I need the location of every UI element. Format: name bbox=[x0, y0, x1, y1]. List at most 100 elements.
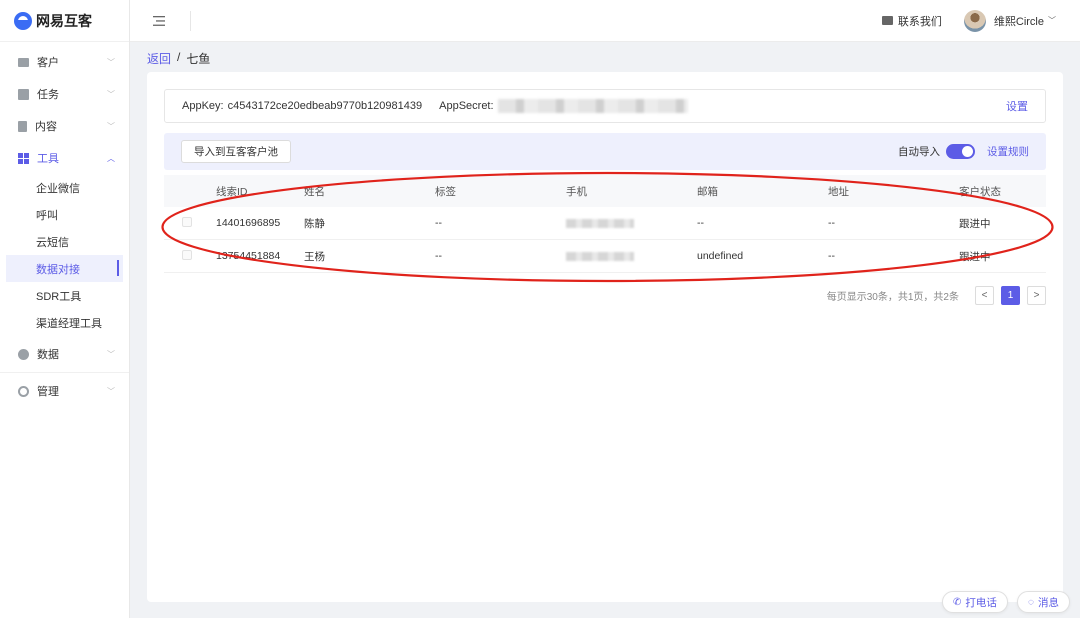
user-name[interactable]: 维熙Circle bbox=[994, 13, 1044, 29]
cell-tag: -- bbox=[435, 250, 442, 262]
auto-import-label: 自动导入 bbox=[898, 146, 940, 158]
avatar[interactable] bbox=[963, 9, 986, 32]
column-header: 线索ID bbox=[216, 185, 248, 198]
logo-text: 网易互客 bbox=[36, 12, 92, 29]
column-header: 标签 bbox=[435, 185, 456, 198]
appkey-value: c4543172ce20edbeab9770b120981439 bbox=[227, 100, 423, 112]
breadcrumb-current: 七鱼 bbox=[186, 52, 211, 66]
divider bbox=[0, 372, 129, 373]
cell-phone bbox=[566, 218, 697, 228]
chevron-down-icon: ﹀ bbox=[107, 349, 115, 359]
cell-lead-id: 14401696895 bbox=[216, 217, 281, 229]
pagination-info: 每页显示30条，共1页，共2条 bbox=[826, 292, 959, 303]
import-to-pool-button[interactable]: 导入到互客客户池 bbox=[181, 140, 291, 163]
messages-button[interactable]: ◌ 消息 bbox=[1017, 591, 1070, 613]
sidebar-item-admin[interactable]: 管理 ﹀ bbox=[0, 375, 129, 407]
row-checkbox[interactable] bbox=[182, 249, 192, 260]
call-button[interactable]: ✆ 打电话 bbox=[942, 591, 1008, 613]
cell-name: 王杨 bbox=[304, 250, 325, 263]
cell-email: undefined bbox=[697, 250, 744, 262]
id-card-icon bbox=[18, 57, 29, 67]
cell-tag: -- bbox=[435, 217, 442, 229]
sidebar-item-label: 管理 bbox=[37, 386, 59, 398]
logo[interactable]: 网易互客 bbox=[0, 0, 129, 42]
appsecret-value-blurred bbox=[497, 99, 688, 113]
table-header: 线索ID 姓名 标签 手机 邮箱 地址 客户状态 bbox=[164, 175, 1046, 207]
set-rules-link[interactable]: 设置规则 bbox=[987, 144, 1029, 159]
sidebar-item-tools[interactable]: 工具 ︿ bbox=[0, 142, 129, 174]
sidebar-item-data[interactable]: 数据 ﹀ bbox=[0, 338, 129, 370]
sidebar: 网易互客 客户 ﹀ 任务 ﹀ 内容 ﹀ 工具 ︿ 企业微信 呼叫 云短信 数据对… bbox=[0, 0, 130, 618]
breadcrumb: 返回 / 七鱼 bbox=[147, 50, 210, 67]
sidebar-item-tasks[interactable]: 任务 ﹀ bbox=[0, 78, 129, 110]
grid-icon bbox=[18, 152, 29, 164]
toolbar-right: 自动导入 设置规则 bbox=[898, 144, 1029, 159]
sidebar-subitem-channel-manager[interactable]: 渠道经理工具 bbox=[0, 309, 129, 336]
back-link[interactable]: 返回 bbox=[147, 50, 171, 67]
sidebar-item-customers[interactable]: 客户 ﹀ bbox=[0, 46, 129, 78]
sidebar-subitem-sdr[interactable]: SDR工具 bbox=[0, 282, 129, 309]
menu-collapse-icon[interactable] bbox=[144, 6, 174, 36]
column-header: 邮箱 bbox=[697, 185, 718, 198]
document-icon bbox=[18, 120, 27, 132]
sidebar-item-label: 数据 bbox=[37, 349, 59, 361]
task-icon bbox=[18, 88, 29, 100]
cell-address: -- bbox=[828, 217, 835, 229]
auto-import-toggle[interactable] bbox=[946, 144, 975, 159]
breadcrumb-separator: / bbox=[177, 50, 181, 64]
cell-email: -- bbox=[697, 217, 704, 229]
settings-link[interactable]: 设置 bbox=[1006, 98, 1028, 114]
sidebar-item-label: 工具 bbox=[37, 153, 59, 165]
call-label: 打电话 bbox=[965, 596, 997, 609]
table-row: 14401696895 陈静 -- -- -- 跟进中 bbox=[164, 207, 1046, 240]
logo-icon bbox=[14, 11, 32, 30]
cell-status: 跟进中 bbox=[959, 250, 991, 263]
next-page-button[interactable]: > bbox=[1027, 286, 1046, 305]
cell-name: 陈静 bbox=[304, 217, 325, 230]
messages-label: 消息 bbox=[1037, 596, 1059, 609]
chevron-down-icon: ﹀ bbox=[107, 57, 115, 67]
pagination: 每页显示30条，共1页，共2条 < 1 > bbox=[827, 286, 1046, 305]
contact-us-link[interactable]: 联系我们 bbox=[881, 13, 942, 29]
phone-blurred bbox=[566, 251, 634, 261]
sidebar-subitem-data-integration[interactable]: 数据对接 bbox=[6, 255, 123, 282]
phone-icon: ✆ bbox=[953, 596, 962, 608]
chat-icon bbox=[881, 16, 893, 25]
top-header: 联系我们 维熙Circle ﹀ bbox=[130, 0, 1080, 42]
cell-address: -- bbox=[828, 250, 835, 262]
table-row: 13754451884 王杨 -- undefined -- 跟进中 bbox=[164, 240, 1046, 273]
message-icon: ◌ bbox=[1028, 596, 1034, 608]
gear-icon bbox=[18, 385, 29, 397]
prev-page-button[interactable]: < bbox=[975, 286, 994, 305]
chevron-up-icon: ︿ bbox=[107, 153, 115, 163]
column-header: 手机 bbox=[566, 185, 587, 198]
sidebar-subitem-call[interactable]: 呼叫 bbox=[0, 201, 129, 228]
chevron-down-icon: ﹀ bbox=[107, 89, 115, 99]
sidebar-item-content[interactable]: 内容 ﹀ bbox=[0, 110, 129, 142]
sidebar-nav: 客户 ﹀ 任务 ﹀ 内容 ﹀ 工具 ︿ 企业微信 呼叫 云短信 数据对接 SDR… bbox=[0, 42, 129, 407]
header-divider bbox=[190, 10, 191, 31]
main-card: AppKey: c4543172ce20edbeab9770b120981439… bbox=[147, 72, 1063, 602]
chevron-down-icon: ﹀ bbox=[107, 121, 115, 131]
pie-chart-icon bbox=[18, 348, 29, 360]
chevron-down-icon[interactable]: ﹀ bbox=[1048, 15, 1056, 26]
credentials-box: AppKey: c4543172ce20edbeab9770b120981439… bbox=[164, 89, 1046, 123]
phone-blurred bbox=[566, 218, 634, 228]
page-button-current[interactable]: 1 bbox=[1001, 286, 1020, 305]
cell-lead-id: 13754451884 bbox=[216, 250, 281, 262]
header-right: 联系我们 维熙Circle ﹀ bbox=[881, 9, 1080, 32]
cell-phone bbox=[566, 251, 697, 261]
sidebar-subitem-wecom[interactable]: 企业微信 bbox=[0, 174, 129, 201]
appsecret-label: AppSecret: bbox=[439, 100, 494, 112]
appkey-label: AppKey: bbox=[182, 100, 224, 112]
cell-status: 跟进中 bbox=[959, 217, 991, 230]
chevron-down-icon: ﹀ bbox=[107, 386, 115, 396]
row-checkbox[interactable] bbox=[182, 216, 192, 227]
column-header: 地址 bbox=[828, 185, 849, 198]
sidebar-subitem-sms[interactable]: 云短信 bbox=[0, 228, 129, 255]
sidebar-item-label: 内容 bbox=[35, 121, 57, 133]
action-toolbar: 导入到互客客户池 自动导入 设置规则 bbox=[164, 133, 1046, 170]
contact-us-label: 联系我们 bbox=[897, 15, 942, 28]
column-header: 姓名 bbox=[304, 185, 325, 198]
leads-table: 线索ID 姓名 标签 手机 邮箱 地址 客户状态 14401696895 陈静 … bbox=[164, 175, 1046, 273]
